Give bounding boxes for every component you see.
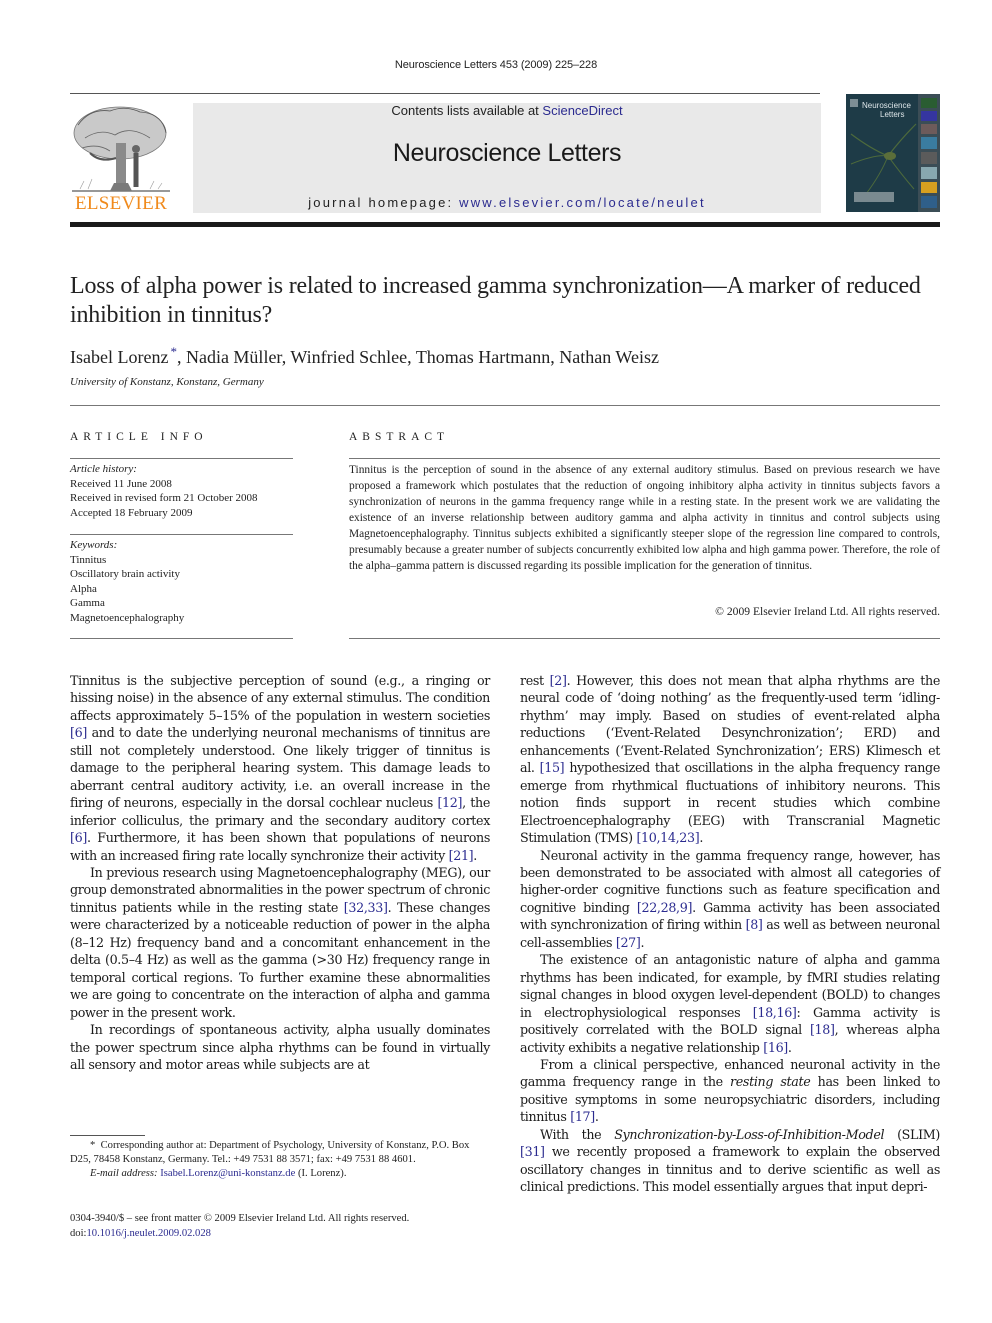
citation-link[interactable]: [22,28,9]	[637, 900, 693, 915]
citation-link[interactable]: [12]	[437, 795, 462, 810]
citation-link[interactable]: [31]	[520, 1144, 545, 1159]
citation-link[interactable]: [8]	[746, 917, 763, 932]
article-info-bottom-rule	[70, 638, 293, 639]
author-separator: ,	[176, 347, 186, 367]
citation-link[interactable]: [2]	[550, 673, 567, 688]
cover-title-line2: Letters	[880, 110, 904, 119]
citation-link[interactable]: [18]	[810, 1022, 835, 1037]
history-accepted: Accepted 18 February 2009	[70, 506, 193, 519]
body-paragraph: In recordings of spontaneous activity, a…	[70, 1022, 490, 1072]
affiliation-rule	[70, 405, 940, 406]
author-name[interactable]: Winfried Schlee	[290, 347, 407, 367]
article-title: Loss of alpha power is related to increa…	[70, 273, 921, 328]
keyword: Oscillatory brain activity	[70, 568, 180, 581]
author-list: Isabel Lorenz *, Nadia Müller, Winfried S…	[70, 344, 950, 368]
journal-cover-thumbnail[interactable]: Neuroscience Letters	[846, 94, 940, 212]
author-name[interactable]: Nadia Müller	[186, 347, 282, 367]
elsevier-logo[interactable]: ELSEVIER	[70, 103, 172, 215]
cover-title-line1: Neuroscience	[862, 101, 911, 110]
corresponding-author-footnote: * Corresponding author at: Department of…	[70, 1139, 490, 1181]
author-name[interactable]: Nathan Weisz	[559, 347, 659, 367]
body-paragraph: Neuronal activity in the gamma frequency…	[520, 847, 940, 950]
header-rule	[70, 93, 820, 94]
homepage-line: journal homepage: www.elsevier.com/locat…	[193, 195, 821, 210]
body-column-left: Tinnitus is the subjective perception of…	[70, 672, 490, 1073]
keyword: Magnetoencephalography	[70, 611, 185, 624]
abstract-rule	[349, 458, 940, 459]
doi-prefix: doi:	[70, 1227, 87, 1239]
body-paragraph: rest [2]. However, this does not mean th…	[520, 673, 940, 846]
author-separator: ,	[407, 347, 416, 367]
author-separator: ,	[550, 347, 560, 367]
email-label: E-mail address:	[90, 1168, 158, 1179]
citation-link[interactable]: [15]	[540, 760, 565, 775]
masthead-band: Contents lists available at ScienceDirec…	[193, 103, 821, 213]
keywords-rule	[70, 534, 293, 535]
body-paragraph: In previous research using Magnetoenceph…	[70, 864, 490, 1020]
author-email-link[interactable]: Isabel.Lorenz@uni-konstanz.de	[160, 1168, 295, 1179]
email-suffix: (I. Lorenz).	[295, 1168, 347, 1179]
elsevier-wordmark: ELSEVIER	[74, 193, 168, 214]
abstract-text: Tinnitus is the perception of sound in t…	[349, 464, 940, 572]
author-name[interactable]: Thomas Hartmann	[416, 347, 550, 367]
article-info-heading: ARTICLE INFO	[70, 431, 208, 443]
history-label: Article history:	[70, 463, 137, 475]
article-info-rule	[70, 458, 293, 459]
front-matter: 0304-3940/$ – see front matter © 2009 El…	[70, 1212, 500, 1241]
citation-link[interactable]: [6]	[70, 830, 87, 845]
body-paragraph: The existence of an antagonistic nature …	[520, 952, 941, 1055]
elsevier-tree-icon	[72, 106, 170, 192]
body-paragraph: Tinnitus is the subjective perception of…	[70, 673, 490, 863]
citation-link[interactable]: [27]	[616, 935, 641, 950]
citation-link[interactable]: [6]	[70, 725, 87, 740]
keyword: Tinnitus	[70, 553, 107, 566]
footnote-text: Corresponding author at: Department of P…	[70, 1140, 470, 1165]
abstract-bottom-rule	[349, 638, 940, 639]
citation-link[interactable]: [16]	[763, 1040, 788, 1055]
doi-link[interactable]: 10.1016/j.neulet.2009.02.028	[86, 1228, 210, 1239]
history-received: Received 11 June 2008	[70, 477, 172, 490]
journal-cover-image: Neuroscience Letters	[846, 94, 940, 212]
running-head: Neuroscience Letters 453 (2009) 225–228	[394, 59, 598, 71]
abstract-copyright: © 2009 Elsevier Ireland Ltd. All rights …	[715, 605, 940, 618]
author-name[interactable]: Isabel Lorenz	[70, 347, 168, 367]
affiliation: University of Konstanz, Konstanz, German…	[70, 376, 264, 388]
citation-link[interactable]: [10,14,23]	[636, 830, 699, 845]
keywords: Keywords: Tinnitus Oscillatory brain act…	[70, 538, 184, 626]
contents-prefix: Contents lists available at	[391, 103, 543, 118]
homepage-prefix: journal homepage:	[308, 195, 460, 210]
masthead-thick-rule	[70, 222, 940, 227]
contents-line: Contents lists available at ScienceDirec…	[193, 103, 821, 118]
keyword: Alpha	[70, 582, 97, 595]
footnote-mark: *	[90, 1140, 96, 1151]
footnote-rule	[70, 1135, 145, 1136]
keywords-label: Keywords:	[70, 539, 118, 551]
italic-term: Synchronization-by-Loss-of-Inhibition-Mo…	[614, 1126, 885, 1142]
history-revised: Received in revised form 21 October 2008	[70, 492, 258, 505]
issn-line: 0304-3940/$ – see front matter © 2009 El…	[70, 1213, 410, 1224]
abstract-heading: ABSTRACT	[349, 431, 450, 443]
body-column-right: rest [2]. However, this does not mean th…	[520, 672, 940, 1196]
sciencedirect-link[interactable]: ScienceDirect	[542, 103, 622, 118]
article-history: Article history: Received 11 June 2008 R…	[70, 462, 258, 520]
citation-link[interactable]: [18,16]	[753, 1005, 797, 1020]
body-paragraph: From a clinical perspective, enhanced ne…	[520, 1056, 940, 1125]
citation-link[interactable]: [32,33]	[344, 900, 388, 915]
citation-link[interactable]: [21]	[449, 848, 474, 863]
body-paragraph: With the Synchronization-by-Loss-of-Inhi…	[520, 1126, 940, 1195]
journal-homepage-link[interactable]: www.elsevier.com/locate/neulet	[459, 195, 706, 210]
journal-title: Neuroscience Letters	[392, 139, 622, 167]
keyword: Gamma	[70, 597, 105, 610]
italic-term: resting state	[730, 1074, 811, 1090]
citation-link[interactable]: [17]	[570, 1109, 595, 1124]
